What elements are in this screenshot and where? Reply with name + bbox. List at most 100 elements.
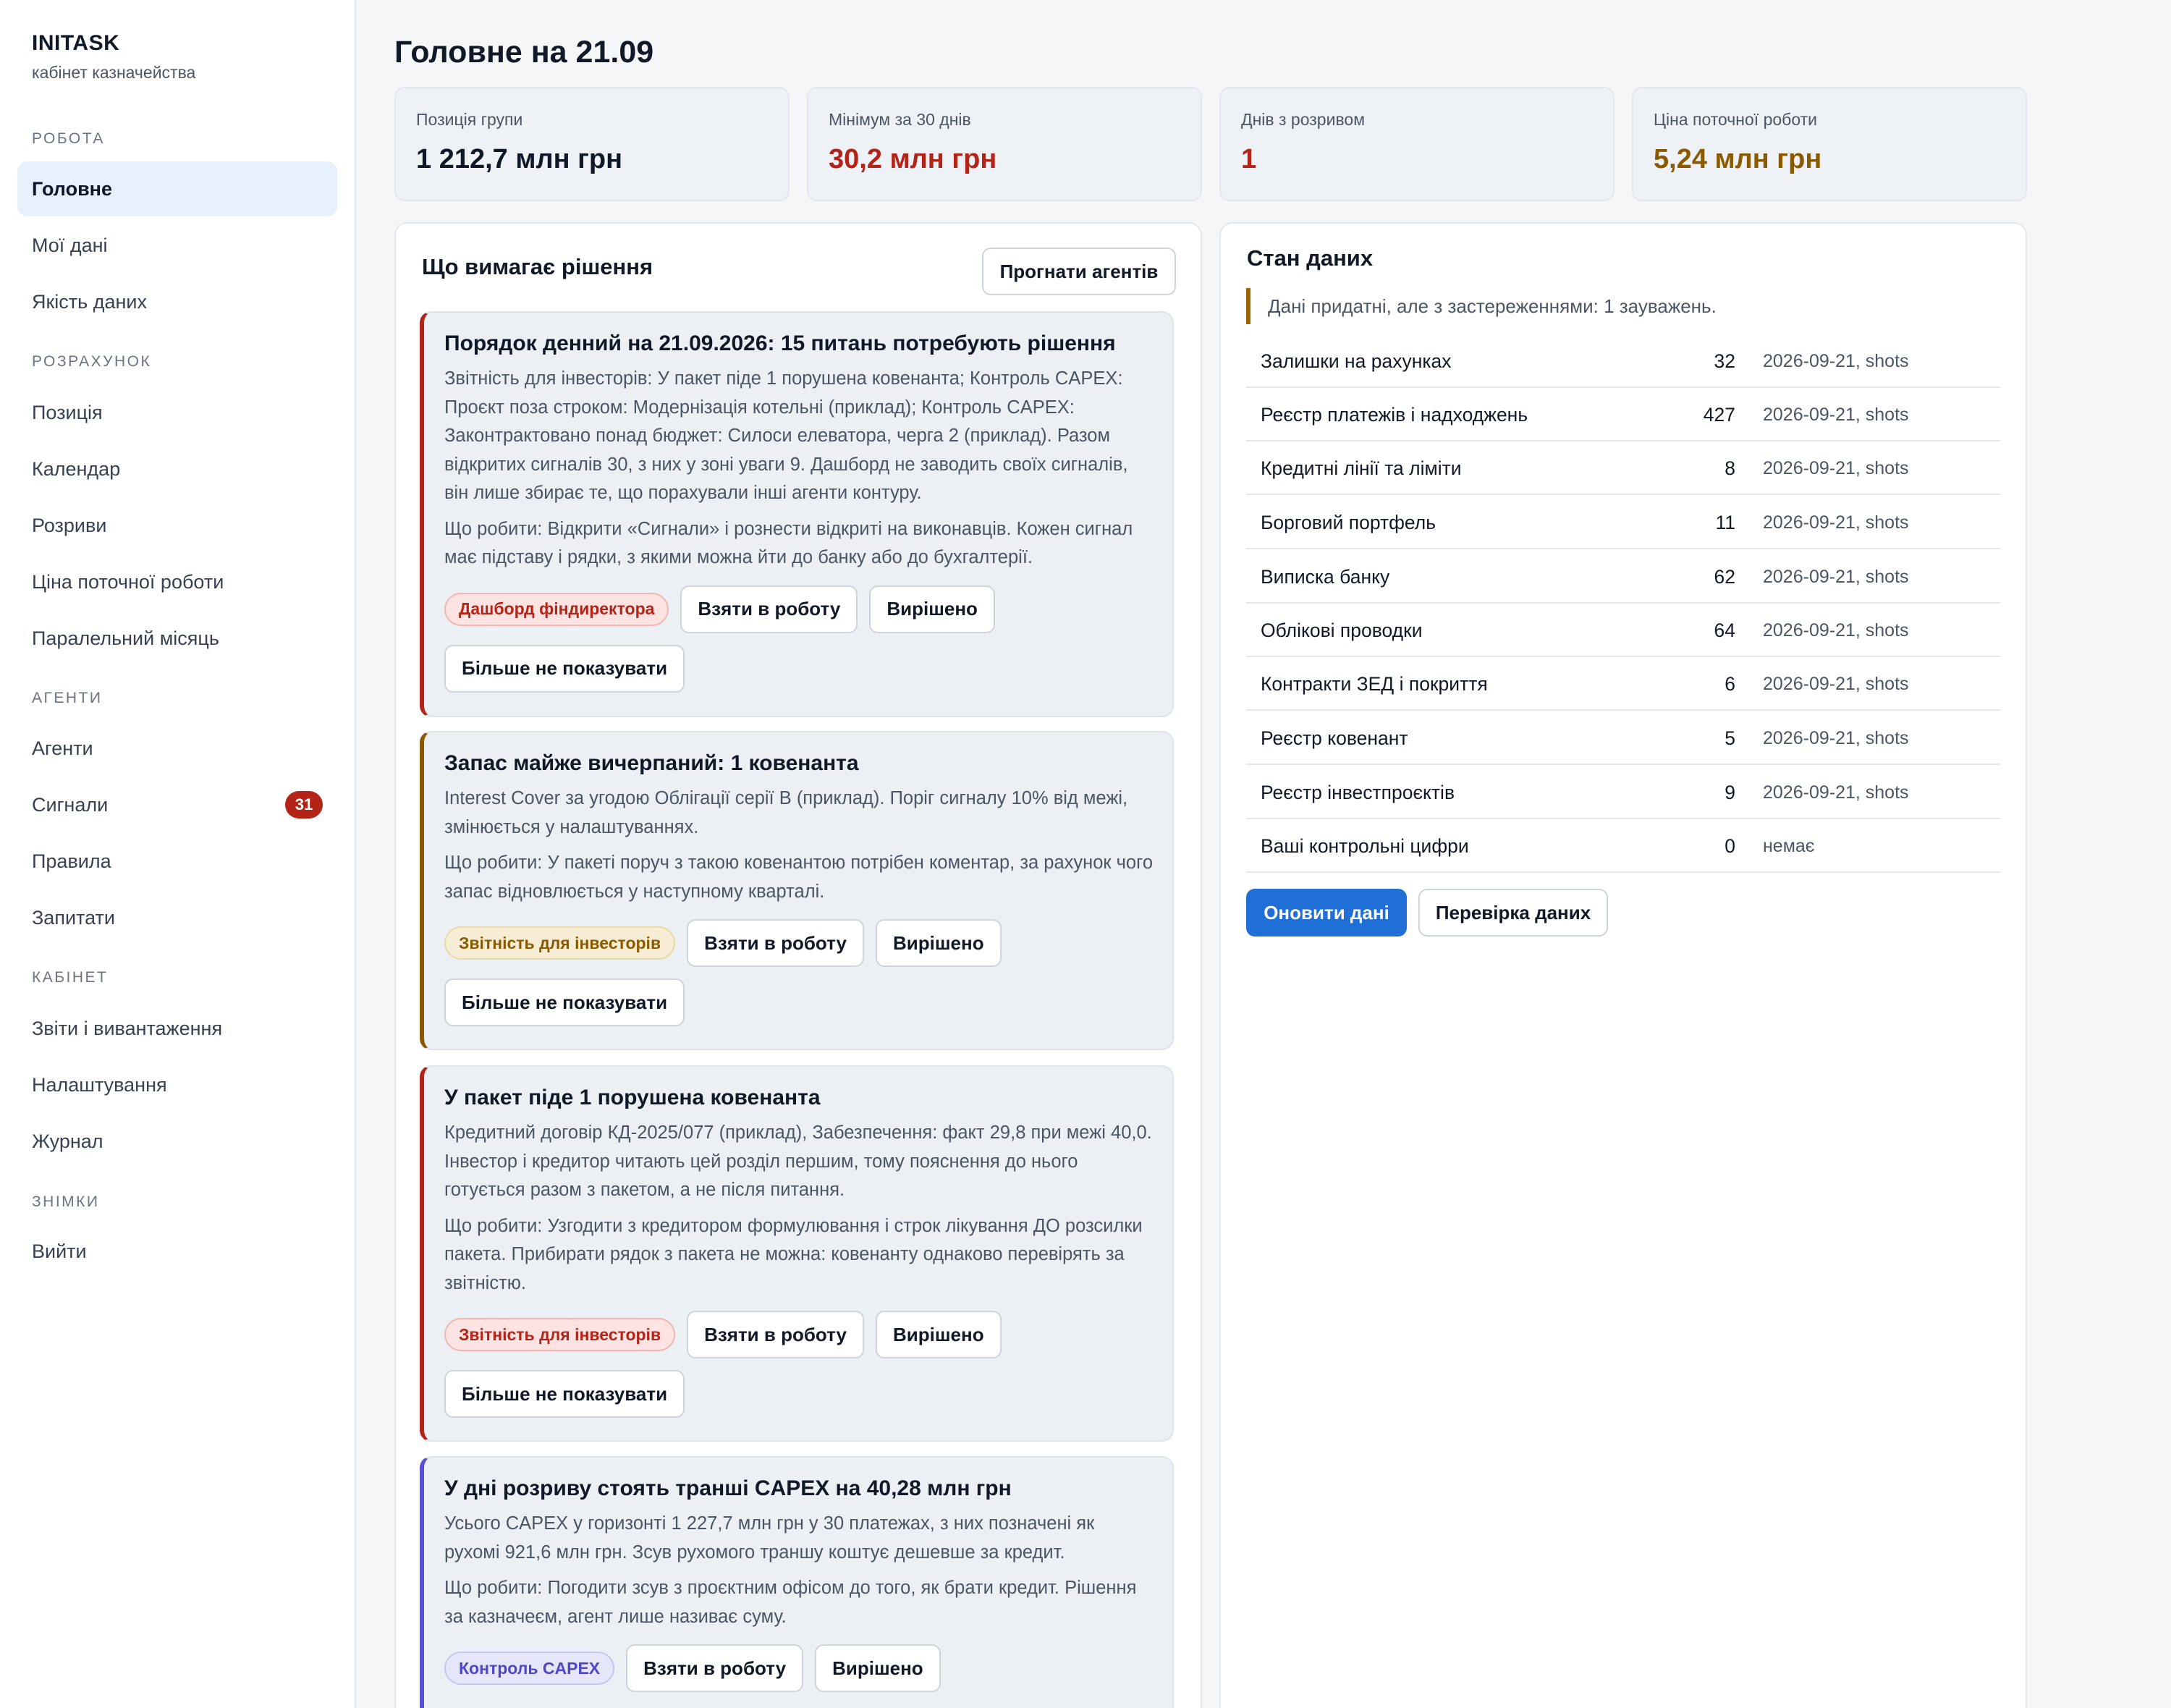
kpi-gap-days: Днів з розривом 1: [1219, 87, 1615, 201]
dataset-source: немає: [1763, 835, 1815, 856]
resolved-button[interactable]: Вирішено: [815, 1644, 941, 1692]
dataset-name: Ваші контрольні цифри: [1261, 834, 1469, 857]
card-actions: Звітність для інвесторів Взяти в роботу …: [444, 1311, 1038, 1418]
kpi-label: Позиція групи: [416, 110, 523, 129]
card-text: Interest Cover за угодою Облігації серії…: [444, 788, 1128, 837]
table-row: Ваші контрольні цифри 0 немає: [1246, 819, 2000, 873]
sidebar-item-calendar[interactable]: Календар: [17, 441, 337, 496]
table-row: Залишки на рахунках 32 2026-09-21, shots: [1246, 334, 2000, 388]
table-row: Борговий портфель 11 2026-09-21, shots: [1246, 496, 2000, 549]
table-row: Облікові проводки 64 2026-09-21, shots: [1246, 604, 2000, 657]
dataset-name: Реєстр платежів і надходжень: [1261, 403, 1528, 426]
dataset-count: 6: [1724, 672, 1735, 695]
take-into-work-button[interactable]: Взяти в роботу: [626, 1644, 804, 1692]
hide-button[interactable]: Більше не показувати: [444, 644, 685, 693]
dataset-count: 11: [1715, 511, 1735, 533]
sidebar-item-journal[interactable]: Журнал: [17, 1114, 337, 1169]
table-row: Контракти ЗЕД і покриття 6 2026-09-21, s…: [1246, 657, 2000, 711]
nav-section-agents: АГЕНТИ: [32, 690, 103, 706]
sidebar-item-logout[interactable]: Вийти: [17, 1224, 337, 1279]
sidebar-item-my-data[interactable]: Мої дані: [17, 218, 337, 273]
sidebar-item-work-cost[interactable]: Ціна поточної роботи: [17, 554, 337, 609]
check-data-button[interactable]: Перевірка даних: [1418, 889, 1608, 937]
decision-card: У дні розриву стоять транші CAPEX на 40,…: [420, 1456, 1174, 1708]
sidebar-item-label: Журнал: [32, 1130, 103, 1152]
sidebar-item-data-quality[interactable]: Якість даних: [17, 274, 337, 329]
source-tag: Дашборд фіндиректора: [444, 592, 669, 626]
sidebar-item-position[interactable]: Позиція: [17, 385, 337, 440]
resolved-button[interactable]: Вирішено: [876, 919, 1002, 967]
kpi-value: 1 212,7 млн грн: [416, 144, 623, 174]
table-row: Реєстр ковенант 5 2026-09-21, shots: [1246, 711, 2000, 765]
table-row: Кредитні лінії та ліміти 8 2026-09-21, s…: [1246, 441, 2000, 495]
brand-name: INITASK: [32, 31, 120, 55]
card-title: У пакет піде 1 порушена ковенанта: [444, 1086, 821, 1109]
sidebar-item-label: Звіти і вивантаження: [32, 1017, 223, 1039]
sidebar-item-reports[interactable]: Звіти і вивантаження: [17, 1001, 337, 1056]
card-title: Порядок денний на 21.09.2026: 15 питань …: [444, 331, 1116, 355]
sidebar-item-label: Мої дані: [32, 234, 108, 256]
take-into-work-button[interactable]: Взяти в роботу: [687, 1311, 864, 1358]
dataset-count: 62: [1714, 565, 1735, 588]
resolved-button[interactable]: Вирішено: [876, 1311, 1002, 1358]
dataset-source: 2026-09-21, shots: [1763, 404, 1909, 425]
hide-button[interactable]: Більше не показувати: [444, 978, 685, 1026]
sidebar-item-ask[interactable]: Запитати: [17, 890, 337, 945]
dataset-count: 0: [1724, 834, 1735, 857]
sidebar-item-label: Якість даних: [32, 290, 148, 313]
dataset-count: 427: [1703, 403, 1735, 426]
nav-section-work: РОБОТА: [32, 130, 105, 147]
hide-button[interactable]: Більше не показувати: [444, 1370, 685, 1418]
sidebar-item-gaps[interactable]: Розриви: [17, 498, 337, 553]
dataset-name: Залишки на рахунках: [1261, 350, 1452, 372]
card-title: Запас майже вичерпаний: 1 ковенанта: [444, 751, 859, 775]
dataset-name: Контракти ЗЕД і покриття: [1261, 672, 1488, 695]
card-action-text: Що робити: Погодити зсув з проєктним офі…: [444, 1578, 1137, 1627]
resolved-button[interactable]: Вирішено: [869, 585, 995, 633]
dataset-source: 2026-09-21, shots: [1763, 512, 1909, 533]
card-text: Кредитний договір КД-2025/077 (приклад),…: [444, 1123, 1152, 1200]
decisions-title: Що вимагає рішення: [422, 254, 653, 279]
brand: INITASK кабінет казначейства: [32, 30, 195, 84]
dataset-count: 64: [1714, 619, 1735, 641]
kpi-label: Мінімум за 30 днів: [829, 110, 971, 129]
source-tag: Звітність для інвесторів: [444, 1318, 676, 1351]
decision-card: Запас майже вичерпаний: 1 ковенанта Inte…: [420, 731, 1174, 1050]
sidebar-item-label: Запитати: [32, 906, 115, 929]
decision-card: Порядок денний на 21.09.2026: 15 питань …: [420, 311, 1174, 717]
nav-section-cabinet: КАБІНЕТ: [32, 969, 109, 986]
dataset-source: 2026-09-21, shots: [1763, 350, 1909, 371]
brand-subtitle: кабінет казначейства: [32, 63, 196, 82]
kpi-label: Днів з розривом: [1241, 110, 1366, 129]
sidebar-item-label: Головне: [32, 177, 112, 200]
dataset-source: 2026-09-21, shots: [1763, 727, 1909, 748]
table-row: Виписка банку 62 2026-09-21, shots: [1246, 550, 2000, 604]
card-actions: Звітність для інвесторів Взяти в роботу …: [444, 919, 1038, 1026]
kpi-value: 5,24 млн грн: [1654, 144, 1822, 174]
source-tag: Звітність для інвесторів: [444, 926, 676, 960]
take-into-work-button[interactable]: Взяти в роботу: [680, 585, 858, 633]
sidebar-item-parallel-month[interactable]: Паралельний місяць: [17, 611, 337, 666]
source-tag: Контроль CAPEX: [444, 1652, 615, 1685]
dataset-source: 2026-09-21, shots: [1763, 673, 1909, 694]
sidebar-item-label: Налаштування: [32, 1073, 167, 1096]
refresh-data-button[interactable]: Оновити дані: [1246, 889, 1407, 937]
dataset-name: Реєстр ковенант: [1261, 727, 1408, 749]
take-into-work-button[interactable]: Взяти в роботу: [687, 919, 864, 967]
sidebar-item-rules[interactable]: Правила: [17, 834, 337, 889]
dataset-source: 2026-09-21, shots: [1763, 566, 1909, 587]
sidebar-item-home[interactable]: Головне: [17, 161, 337, 216]
sidebar-item-label: Агенти: [32, 737, 93, 759]
sidebar: INITASK кабінет казначейства РОБОТА Голо…: [0, 0, 356, 1708]
run-agents-button[interactable]: Прогнати агентів: [982, 248, 1176, 295]
sidebar-item-signals[interactable]: Сигнали 31: [17, 777, 337, 832]
card-action-text: Що робити: Відкрити «Сигнали» і рознести…: [444, 518, 1133, 568]
dataset-source: 2026-09-21, shots: [1763, 782, 1909, 803]
sidebar-item-agents[interactable]: Агенти: [17, 721, 337, 776]
dataset-source: 2026-09-21, shots: [1763, 620, 1909, 640]
card-actions: Дашборд фіндиректора Взяти в роботу Вирі…: [444, 585, 1038, 693]
kpi-group-position: Позиція групи 1 212,7 млн грн: [394, 87, 790, 201]
card-text: Звітність для інвесторів: У пакет піде 1…: [444, 368, 1128, 503]
sidebar-item-label: Паралельний місяць: [32, 627, 219, 649]
sidebar-item-settings[interactable]: Налаштування: [17, 1057, 337, 1112]
